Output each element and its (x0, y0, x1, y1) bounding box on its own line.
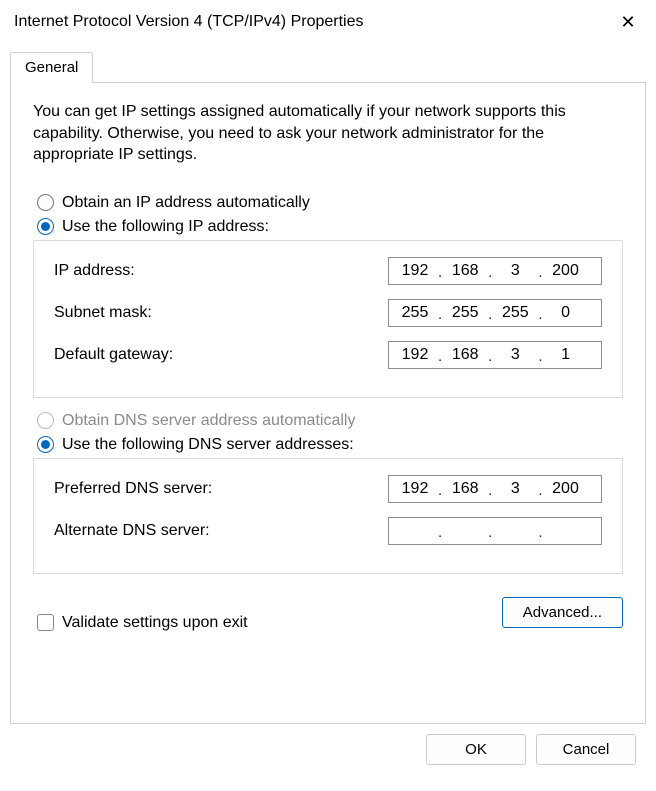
cancel-button[interactable]: Cancel (536, 734, 636, 765)
field-default-gateway: Default gateway: . . . (54, 341, 602, 369)
checkbox-validate-settings[interactable]: Validate settings upon exit (37, 614, 248, 632)
field-ip-address: IP address: . . . (54, 257, 602, 285)
group-dns: Preferred DNS server: . . . Alternate DN… (33, 458, 623, 574)
ip-octet-2[interactable] (443, 262, 487, 280)
alternate-dns-label: Alternate DNS server: (54, 522, 210, 540)
ip-octet-4[interactable] (544, 262, 588, 280)
pref-dns-octet-2[interactable] (443, 480, 487, 498)
close-icon[interactable]: ✕ (616, 12, 640, 33)
ip-octet-1[interactable] (393, 262, 437, 280)
group-ip: IP address: . . . Subnet mask: (33, 240, 623, 398)
titlebar: Internet Protocol Version 4 (TCP/IPv4) P… (0, 0, 656, 44)
advanced-button[interactable]: Advanced... (502, 597, 623, 628)
ip-octet-3[interactable] (493, 262, 537, 280)
dialog-window: Internet Protocol Version 4 (TCP/IPv4) P… (0, 0, 656, 791)
alt-dns-octet-4[interactable] (544, 522, 588, 540)
property-sheet: You can get IP settings assigned automat… (10, 82, 646, 724)
default-gateway-label: Default gateway: (54, 346, 173, 364)
dot-icon: . (538, 482, 542, 502)
gw-octet-2[interactable] (443, 346, 487, 364)
radio-icon (37, 436, 54, 453)
tab-strip: General (10, 52, 646, 82)
default-gateway-input[interactable]: . . . (388, 341, 602, 369)
client-area: General You can get IP settings assigned… (0, 44, 656, 791)
mask-octet-4[interactable] (544, 304, 588, 322)
dot-icon: . (538, 348, 542, 368)
field-alternate-dns: Alternate DNS server: . . . (54, 517, 602, 545)
dot-icon: . (438, 264, 442, 284)
radio-label: Use the following IP address: (62, 218, 269, 236)
dot-icon: . (488, 524, 492, 544)
radio-label: Obtain DNS server address automatically (62, 412, 355, 430)
tab-general[interactable]: General (10, 52, 93, 83)
gw-octet-3[interactable] (493, 346, 537, 364)
gw-octet-4[interactable] (544, 346, 588, 364)
gw-octet-1[interactable] (393, 346, 437, 364)
mask-octet-1[interactable] (393, 304, 437, 322)
dot-icon: . (538, 524, 542, 544)
checkbox-label: Validate settings upon exit (62, 614, 248, 632)
subnet-mask-input[interactable]: . . . (388, 299, 602, 327)
dialog-footer: OK Cancel (10, 724, 646, 779)
dot-icon: . (438, 524, 442, 544)
subnet-mask-label: Subnet mask: (54, 304, 152, 322)
alt-dns-octet-2[interactable] (443, 522, 487, 540)
ip-address-label: IP address: (54, 262, 135, 280)
mask-octet-2[interactable] (443, 304, 487, 322)
preferred-dns-input[interactable]: . . . (388, 475, 602, 503)
alt-dns-octet-1[interactable] (393, 522, 437, 540)
radio-icon (37, 218, 54, 235)
dot-icon: . (438, 482, 442, 502)
radio-label: Obtain an IP address automatically (62, 194, 310, 212)
dot-icon: . (438, 306, 442, 326)
bottom-row: Validate settings upon exit Advanced... (33, 594, 623, 632)
alternate-dns-input[interactable]: . . . (388, 517, 602, 545)
dialog-title: Internet Protocol Version 4 (TCP/IPv4) P… (14, 13, 616, 31)
dot-icon: . (488, 306, 492, 326)
ip-address-input[interactable]: . . . (388, 257, 602, 285)
dot-icon: . (488, 264, 492, 284)
dot-icon: . (438, 348, 442, 368)
preferred-dns-label: Preferred DNS server: (54, 480, 212, 498)
alt-dns-octet-3[interactable] (493, 522, 537, 540)
radio-obtain-dns-auto: Obtain DNS server address automatically (37, 412, 619, 430)
radio-obtain-ip-auto[interactable]: Obtain an IP address automatically (37, 194, 619, 212)
dot-icon: . (538, 306, 542, 326)
dot-icon: . (488, 482, 492, 502)
checkbox-icon (37, 614, 54, 631)
intro-text: You can get IP settings assigned automat… (33, 101, 623, 166)
radio-label: Use the following DNS server addresses: (62, 436, 354, 454)
field-preferred-dns: Preferred DNS server: . . . (54, 475, 602, 503)
mask-octet-3[interactable] (493, 304, 537, 322)
pref-dns-octet-3[interactable] (493, 480, 537, 498)
pref-dns-octet-4[interactable] (544, 480, 588, 498)
dot-icon: . (488, 348, 492, 368)
radio-icon (37, 412, 54, 429)
dot-icon: . (538, 264, 542, 284)
radio-icon (37, 194, 54, 211)
ok-button[interactable]: OK (426, 734, 526, 765)
pref-dns-octet-1[interactable] (393, 480, 437, 498)
field-subnet-mask: Subnet mask: . . . (54, 299, 602, 327)
